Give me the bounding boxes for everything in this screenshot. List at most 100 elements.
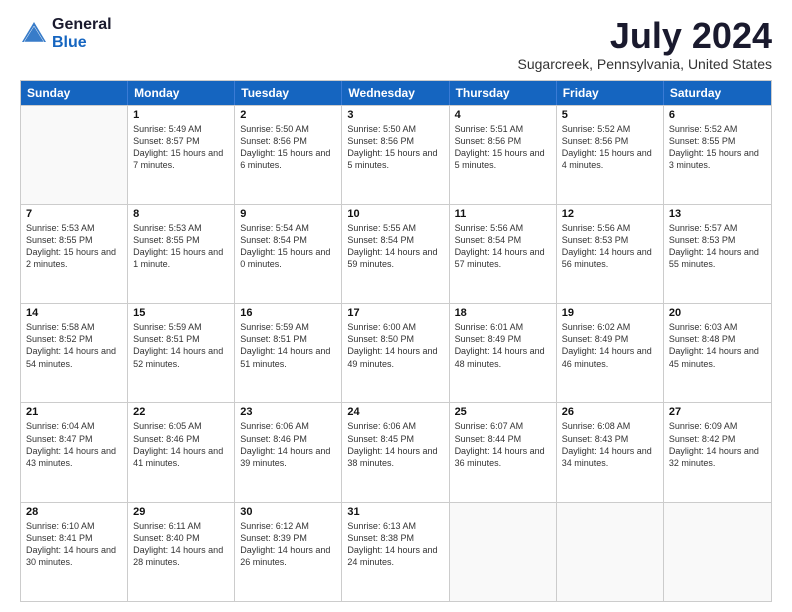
calendar-row-0: 1 Sunrise: 5:49 AMSunset: 8:57 PMDaylight… (21, 105, 771, 204)
calendar-cell-1-1: 8 Sunrise: 5:53 AMSunset: 8:55 PMDaylight… (128, 205, 235, 303)
cell-date: 24 (347, 406, 443, 418)
cell-info: Sunrise: 5:53 AMSunset: 8:55 PMDaylight:… (26, 222, 122, 271)
cell-date: 27 (669, 406, 766, 418)
calendar-cell-4-2: 30Sunrise: 6:12 AMSunset: 8:39 PMDayligh… (235, 503, 342, 601)
cell-date: 2 (240, 109, 336, 121)
header-day-wednesday: Wednesday (342, 81, 449, 105)
header-day-tuesday: Tuesday (235, 81, 342, 105)
cell-date: 31 (347, 506, 443, 518)
cell-info: Sunrise: 5:49 AMSunset: 8:57 PMDaylight:… (133, 123, 229, 172)
calendar-cell-2-6: 20Sunrise: 6:03 AMSunset: 8:48 PMDayligh… (664, 304, 771, 402)
cell-date: 26 (562, 406, 658, 418)
title-section: July 2024 Sugarcreek, Pennsylvania, Unit… (518, 16, 772, 72)
calendar-row-2: 14 Sunrise: 5:58 AMSunset: 8:52 PMDayligh… (21, 303, 771, 402)
cell-info: Sunrise: 5:57 AMSunset: 8:53 PMDaylight:… (669, 222, 766, 271)
cell-info: Sunrise: 5:56 AMSunset: 8:53 PMDaylight:… (562, 222, 658, 271)
calendar-cell-0-0 (21, 106, 128, 204)
cell-info: Sunrise: 6:11 AMSunset: 8:40 PMDaylight:… (133, 520, 229, 569)
calendar-cell-3-6: 27 Sunrise: 6:09 AMSunset: 8:42 PMDayligh… (664, 403, 771, 501)
calendar-cell-1-5: 12 Sunrise: 5:56 AMSunset: 8:53 PMDayligh… (557, 205, 664, 303)
cell-date: 28 (26, 506, 122, 518)
calendar-row-3: 21Sunrise: 6:04 AMSunset: 8:47 PMDayligh… (21, 402, 771, 501)
cell-info: Sunrise: 5:52 AMSunset: 8:55 PMDaylight:… (669, 123, 766, 172)
cell-info: Sunrise: 6:05 AMSunset: 8:46 PMDaylight:… (133, 420, 229, 469)
logo-blue: Blue (52, 34, 112, 52)
cell-info: Sunrise: 6:09 AMSunset: 8:42 PMDaylight:… (669, 420, 766, 469)
cell-info: Sunrise: 5:50 AMSunset: 8:56 PMDaylight:… (347, 123, 443, 172)
calendar-cell-2-2: 16Sunrise: 5:59 AMSunset: 8:51 PMDayligh… (235, 304, 342, 402)
cell-date: 7 (26, 208, 122, 220)
calendar-cell-0-5: 5Sunrise: 5:52 AMSunset: 8:56 PMDaylight… (557, 106, 664, 204)
calendar-cell-0-4: 4Sunrise: 5:51 AMSunset: 8:56 PMDaylight… (450, 106, 557, 204)
month-title: July 2024 (518, 16, 772, 56)
calendar-cell-1-0: 7 Sunrise: 5:53 AMSunset: 8:55 PMDaylight… (21, 205, 128, 303)
calendar-cell-4-5 (557, 503, 664, 601)
calendar-cell-4-3: 31 Sunrise: 6:13 AMSunset: 8:38 PMDayligh… (342, 503, 449, 601)
cell-info: Sunrise: 6:13 AMSunset: 8:38 PMDaylight:… (347, 520, 443, 569)
cell-date: 23 (240, 406, 336, 418)
calendar-cell-3-5: 26Sunrise: 6:08 AMSunset: 8:43 PMDayligh… (557, 403, 664, 501)
cell-date: 12 (562, 208, 658, 220)
calendar-cell-3-4: 25 Sunrise: 6:07 AMSunset: 8:44 PMDayligh… (450, 403, 557, 501)
header-day-sunday: Sunday (21, 81, 128, 105)
header-day-friday: Friday (557, 81, 664, 105)
cell-info: Sunrise: 5:52 AMSunset: 8:56 PMDaylight:… (562, 123, 658, 172)
cell-info: Sunrise: 5:53 AMSunset: 8:55 PMDaylight:… (133, 222, 229, 271)
header-day-monday: Monday (128, 81, 235, 105)
calendar-cell-2-4: 18 Sunrise: 6:01 AMSunset: 8:49 PMDayligh… (450, 304, 557, 402)
calendar-cell-4-4 (450, 503, 557, 601)
calendar-cell-0-2: 2 Sunrise: 5:50 AMSunset: 8:56 PMDaylight… (235, 106, 342, 204)
header: General Blue July 2024 Sugarcreek, Penns… (20, 16, 772, 72)
calendar-cell-1-6: 13Sunrise: 5:57 AMSunset: 8:53 PMDayligh… (664, 205, 771, 303)
cell-info: Sunrise: 6:01 AMSunset: 8:49 PMDaylight:… (455, 321, 551, 370)
cell-date: 29 (133, 506, 229, 518)
calendar-cell-4-1: 29 Sunrise: 6:11 AMSunset: 8:40 PMDayligh… (128, 503, 235, 601)
cell-info: Sunrise: 5:58 AMSunset: 8:52 PMDaylight:… (26, 321, 122, 370)
logo-icon (20, 20, 48, 48)
cell-info: Sunrise: 5:50 AMSunset: 8:56 PMDaylight:… (240, 123, 336, 172)
cell-info: Sunrise: 6:07 AMSunset: 8:44 PMDaylight:… (455, 420, 551, 469)
cell-info: Sunrise: 5:54 AMSunset: 8:54 PMDaylight:… (240, 222, 336, 271)
cell-date: 11 (455, 208, 551, 220)
logo: General Blue (20, 16, 112, 51)
cell-date: 1 (133, 109, 229, 121)
cell-date: 8 (133, 208, 229, 220)
calendar-cell-2-5: 19 Sunrise: 6:02 AMSunset: 8:49 PMDayligh… (557, 304, 664, 402)
cell-date: 15 (133, 307, 229, 319)
header-day-thursday: Thursday (450, 81, 557, 105)
cell-date: 16 (240, 307, 336, 319)
calendar-header: SundayMondayTuesdayWednesdayThursdayFrid… (21, 81, 771, 105)
cell-date: 18 (455, 307, 551, 319)
calendar-cell-2-1: 15Sunrise: 5:59 AMSunset: 8:51 PMDayligh… (128, 304, 235, 402)
calendar-row-4: 28 Sunrise: 6:10 AMSunset: 8:41 PMDayligh… (21, 502, 771, 601)
calendar-row-1: 7 Sunrise: 5:53 AMSunset: 8:55 PMDaylight… (21, 204, 771, 303)
calendar-cell-3-2: 23Sunrise: 6:06 AMSunset: 8:46 PMDayligh… (235, 403, 342, 501)
header-day-saturday: Saturday (664, 81, 771, 105)
calendar: SundayMondayTuesdayWednesdayThursdayFrid… (20, 80, 772, 602)
cell-date: 10 (347, 208, 443, 220)
cell-date: 19 (562, 307, 658, 319)
cell-date: 9 (240, 208, 336, 220)
calendar-cell-2-3: 17Sunrise: 6:00 AMSunset: 8:50 PMDayligh… (342, 304, 449, 402)
calendar-cell-0-3: 3 Sunrise: 5:50 AMSunset: 8:56 PMDaylight… (342, 106, 449, 204)
cell-info: Sunrise: 6:10 AMSunset: 8:41 PMDaylight:… (26, 520, 122, 569)
calendar-cell-3-3: 24Sunrise: 6:06 AMSunset: 8:45 PMDayligh… (342, 403, 449, 501)
cell-date: 22 (133, 406, 229, 418)
cell-date: 25 (455, 406, 551, 418)
cell-date: 14 (26, 307, 122, 319)
cell-info: Sunrise: 5:56 AMSunset: 8:54 PMDaylight:… (455, 222, 551, 271)
cell-date: 20 (669, 307, 766, 319)
cell-info: Sunrise: 5:55 AMSunset: 8:54 PMDaylight:… (347, 222, 443, 271)
cell-info: Sunrise: 5:51 AMSunset: 8:56 PMDaylight:… (455, 123, 551, 172)
calendar-cell-2-0: 14 Sunrise: 5:58 AMSunset: 8:52 PMDayligh… (21, 304, 128, 402)
page: General Blue July 2024 Sugarcreek, Penns… (0, 0, 792, 612)
logo-general: General (52, 16, 112, 34)
calendar-cell-3-1: 22 Sunrise: 6:05 AMSunset: 8:46 PMDayligh… (128, 403, 235, 501)
cell-info: Sunrise: 6:02 AMSunset: 8:49 PMDaylight:… (562, 321, 658, 370)
cell-info: Sunrise: 6:04 AMSunset: 8:47 PMDaylight:… (26, 420, 122, 469)
calendar-cell-1-2: 9 Sunrise: 5:54 AMSunset: 8:54 PMDaylight… (235, 205, 342, 303)
calendar-cell-1-4: 11 Sunrise: 5:56 AMSunset: 8:54 PMDayligh… (450, 205, 557, 303)
cell-date: 3 (347, 109, 443, 121)
calendar-cell-1-3: 10 Sunrise: 5:55 AMSunset: 8:54 PMDayligh… (342, 205, 449, 303)
subtitle: Sugarcreek, Pennsylvania, United States (518, 56, 772, 72)
